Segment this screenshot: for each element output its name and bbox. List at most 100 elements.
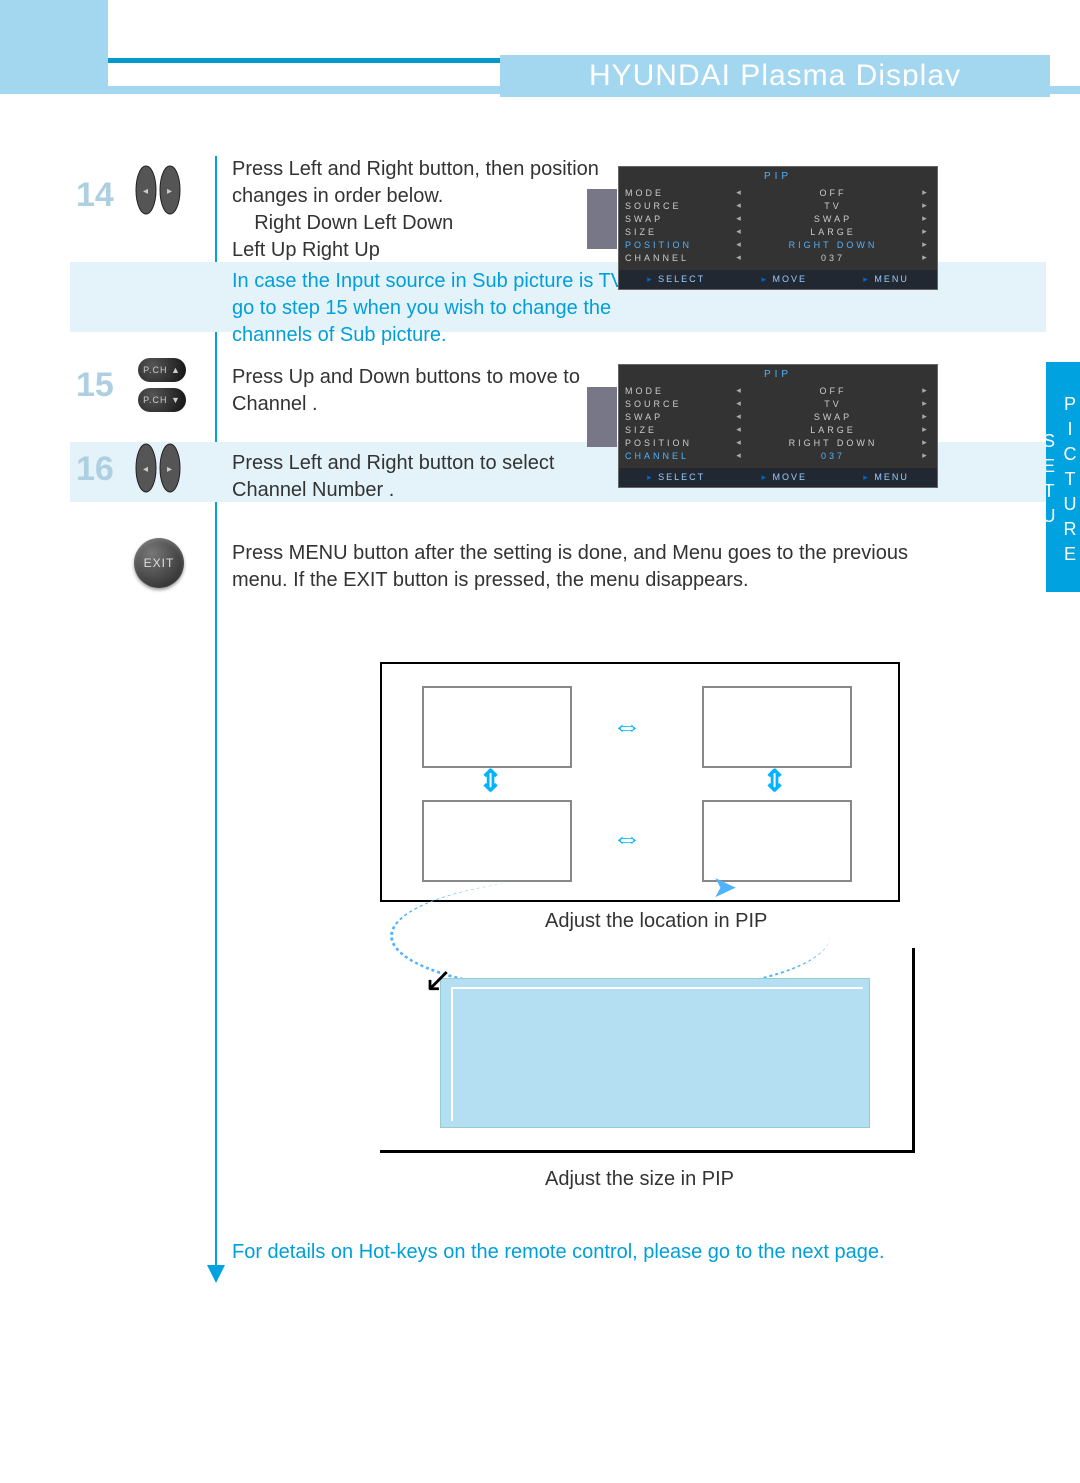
pip-box-left-up [422,686,572,768]
osd-foot-move: MOVE [761,472,807,483]
step-14-line4: Left Up Right Up [232,239,380,261]
pch-up-button: P.CH ▲ [138,358,186,382]
horizontal-arrow-icon: ⇔ [612,822,642,856]
step-14-line3: Right Down Left Down [254,212,453,234]
osd-label: MODE [625,386,735,396]
pip-size-box [440,978,870,1128]
osd-value: LARGE [745,227,921,237]
osd-value: OFF [745,386,921,396]
osd-row: SIZE◂LARGE▸ [619,423,937,436]
step-14-line1: Press Left and Right button, then positi… [232,158,599,180]
right-arrow-icon: ▸ [921,213,931,224]
left-arrow-icon: ◂ [735,252,745,263]
osd-menu-channel: PIP MODE◂OFF▸ SOURCE◂TV▸ SWAP◂SWAP▸ SIZE… [618,364,938,488]
svg-text:▸: ▸ [167,186,172,197]
osd-footer: SELECT MOVE MENU [619,270,937,289]
step-number-15: 15 [76,366,114,405]
left-arrow-icon: ◂ [735,200,745,211]
osd-row-selected: POSITION◂RIGHT DOWN▸ [619,238,937,251]
left-arrow-icon: ◂ [735,450,745,461]
note-line2: go to step 15 when you wish to change th… [232,297,611,319]
step-14-line2: changes in order below. [232,185,443,207]
step-14-note: In case the Input source in Sub picture … [232,268,672,349]
osd-menu-position: PIP MODE◂OFF▸ SOURCE◂TV▸ SWAP◂SWAP▸ SIZE… [618,166,938,290]
osd-row: SWAP◂SWAP▸ [619,212,937,225]
frame-edge-bottom [380,1150,915,1153]
pip-size-diagram [380,948,915,1153]
step-14-text: Press Left and Right button, then positi… [232,156,632,264]
osd-title: PIP [619,167,937,186]
osd-row: POSITION◂RIGHT DOWN▸ [619,436,937,449]
step-15-text: Press Up and Down buttons to move to Cha… [232,364,632,418]
osd-value: RIGHT DOWN [745,438,921,448]
osd-value: LARGE [745,425,921,435]
left-right-button-icon: ◂ ▸ [130,440,186,502]
right-arrow-icon: ▸ [921,437,931,448]
left-arrow-icon: ◂ [735,398,745,409]
osd-side-badge [587,189,617,249]
right-arrow-icon: ▸ [921,200,931,211]
right-arrow-icon: ▸ [921,424,931,435]
svg-text:▸: ▸ [167,464,172,475]
up-down-button-icon: P.CH ▲ P.CH ▼ [138,358,186,412]
right-arrow-icon: ▸ [921,239,931,250]
left-arrow-icon: ◂ [735,187,745,198]
right-arrow-icon: ▸ [921,187,931,198]
osd-value: OFF [745,188,921,198]
resize-arrow-icon [430,968,470,1008]
osd-label: SWAP [625,214,735,224]
osd-footer: SELECT MOVE MENU [619,468,937,487]
step-16-text: Press Left and Right button to select Ch… [232,450,632,504]
osd-label: SIZE [625,425,735,435]
osd-label: MODE [625,188,735,198]
osd-value: SWAP [745,412,921,422]
exit-button-icon: EXIT [134,538,184,588]
inner-line [451,987,863,989]
left-arrow-icon: ◂ [735,411,745,422]
vertical-arrow-icon: ⇕ [762,764,787,799]
svg-text:◂: ◂ [143,186,148,197]
osd-row: SOURCE◂TV▸ [619,397,937,410]
osd-value: TV [745,201,921,211]
pip-box-right-up [702,686,852,768]
header-bar [0,86,1080,94]
left-right-button-icon: ◂ ▸ [130,162,186,224]
osd-row: SWAP◂SWAP▸ [619,410,937,423]
osd-label: SOURCE [625,399,735,409]
exit-button-label: EXIT [134,538,184,588]
osd-value: TV [745,399,921,409]
right-arrow-icon: ▸ [921,226,931,237]
pip-box-left-down [422,800,572,882]
section-tab: PICTURE SETU [1046,362,1080,592]
step-number-14: 14 [76,176,114,215]
left-arrow-icon: ◂ [735,213,745,224]
flow-arrow-icon [207,1265,225,1283]
header-left-block [0,0,108,94]
step-number-16: 16 [76,450,114,489]
right-arrow-icon: ▸ [921,450,931,461]
footnote-hotkeys: For details on Hot-keys on the remote co… [232,1241,885,1264]
osd-label: SWAP [625,412,735,422]
frame-edge-right [912,948,915,1153]
osd-value: 037 [745,451,921,461]
left-arrow-icon: ◂ [735,385,745,396]
svg-text:◂: ◂ [143,464,148,475]
osd-foot-move: MOVE [761,274,807,285]
osd-row: MODE◂OFF▸ [619,384,937,397]
osd-label: CHANNEL [625,451,735,461]
right-arrow-icon: ▸ [921,398,931,409]
left-arrow-icon: ◂ [735,424,745,435]
osd-value: SWAP [745,214,921,224]
note-line1: In case the Input source in Sub picture … [232,270,628,292]
osd-label: SIZE [625,227,735,237]
osd-foot-menu: MENU [863,472,909,483]
left-arrow-icon: ◂ [735,437,745,448]
osd-value: 037 [745,253,921,263]
osd-row: MODE◂OFF▸ [619,186,937,199]
diagram2-caption: Adjust the size in PIP [545,1168,734,1191]
right-arrow-icon: ▸ [921,411,931,422]
osd-foot-select: SELECT [647,274,705,285]
right-arrow-icon: ▸ [921,385,931,396]
left-arrow-icon: ◂ [735,226,745,237]
osd-side-badge [587,387,617,447]
